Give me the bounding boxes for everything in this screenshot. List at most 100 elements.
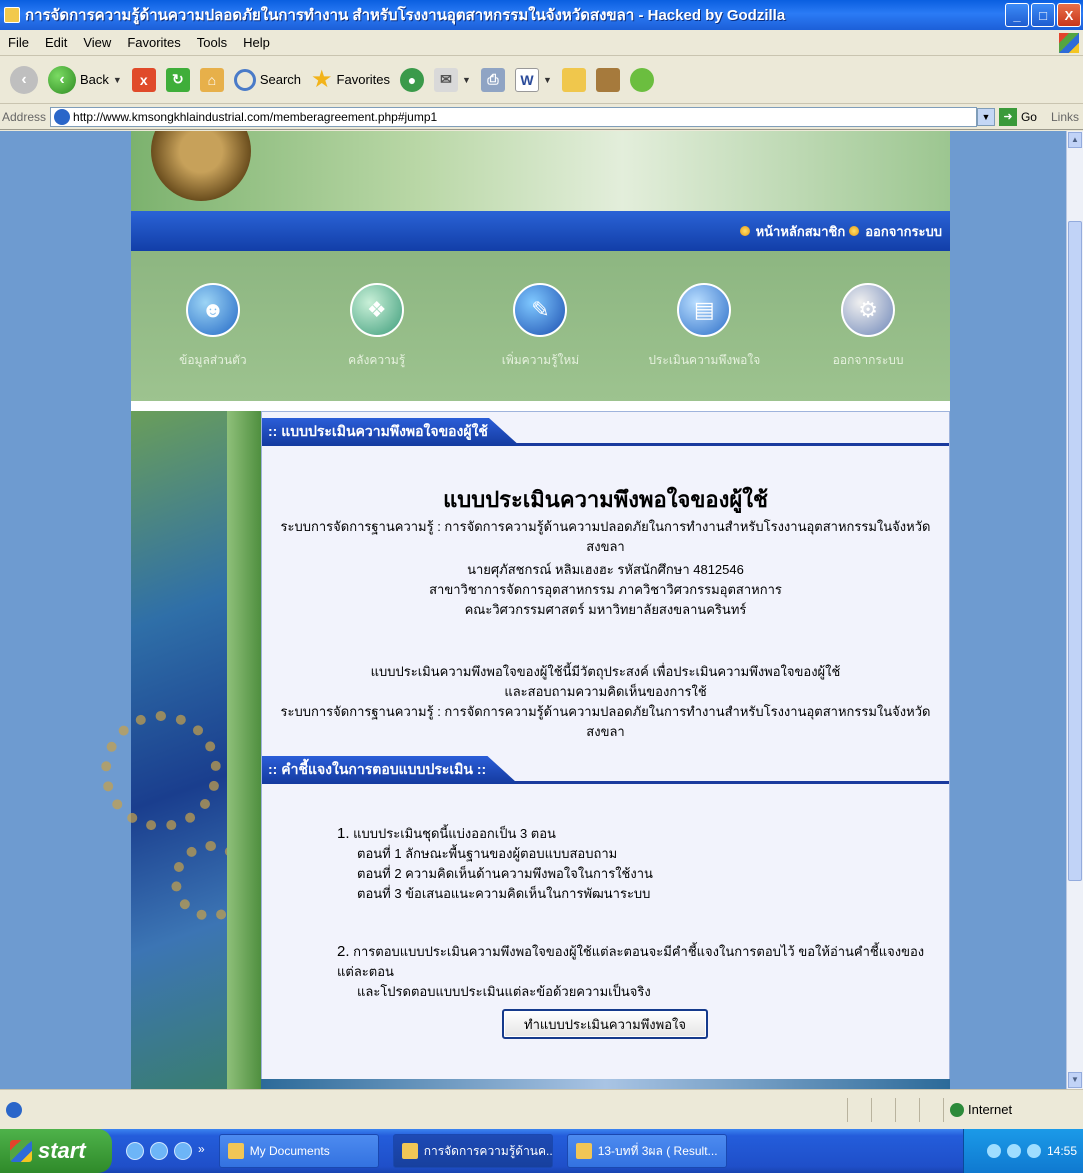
media-button[interactable]: ● (400, 67, 425, 92)
clock[interactable]: 14:55 (1047, 1144, 1077, 1158)
purpose-block: แบบประเมินความพึงพอใจของผู้ใช้นี้มีวัตถุ… (262, 662, 949, 742)
list-subitem: ตอนที่ 1 ลักษณะพื้นฐานของผู้ตอบแบบสอบถาม (357, 846, 618, 861)
bullet-icon (849, 226, 860, 236)
section-title: :: คำชี้แจงในการตอบแบบประเมิน :: (262, 756, 519, 784)
search-button[interactable]: Search (233, 68, 301, 91)
chevron-right-icon[interactable]: » (198, 1142, 205, 1160)
stop-button[interactable]: x (131, 67, 156, 92)
arrow-left-icon: ‹ (10, 65, 38, 94)
research-button[interactable] (595, 67, 620, 92)
menu-personal-info[interactable]: ☻ ข้อมูลส่วนตัว (143, 282, 283, 370)
purpose-line: และสอบถามความคิดเห็นของการใช้ (504, 684, 707, 699)
start-assessment-button[interactable]: ทำแบบประเมินความพึงพอใจ (502, 1009, 708, 1039)
survey-title: แบบประเมินความพึงพอใจของผู้ใช้ (443, 487, 768, 512)
bullet-icon (739, 226, 750, 236)
menu-label: เพิ่มความรู้ใหม่ (501, 352, 580, 367)
history-back-circle[interactable]: ‹ (10, 65, 38, 94)
menu-favorites[interactable]: Favorites (119, 35, 188, 50)
section-header-instructions: :: คำชี้แจงในการตอบแบบประเมิน :: (262, 756, 949, 784)
print-button[interactable]: ⎙ (480, 67, 505, 92)
list-number: 1. (337, 825, 350, 842)
volume-icon[interactable] (1006, 1144, 1021, 1158)
chevron-down-icon[interactable]: ▼ (543, 75, 552, 85)
menu-tools[interactable]: Tools (189, 35, 235, 50)
address-bar: Address http://www.kmsongkhlaindustrial.… (0, 104, 1083, 130)
ie-quicklaunch-icon[interactable] (150, 1142, 168, 1160)
status-cell (871, 1097, 895, 1122)
menu-view[interactable]: View (75, 35, 119, 50)
quick-launch: » (126, 1142, 205, 1160)
address-input[interactable]: http://www.kmsongkhlaindustrial.com/memb… (50, 106, 977, 127)
scroll-down-icon[interactable]: ▼ (1068, 1072, 1082, 1088)
close-button[interactable]: X (1057, 3, 1081, 27)
status-cell (919, 1097, 943, 1122)
menu-logout[interactable]: ⚙ ออกจากระบบ (798, 282, 938, 370)
stop-icon: x (131, 67, 156, 92)
word-icon: W (514, 67, 539, 92)
scroll-thumb[interactable] (1068, 221, 1082, 881)
section-header-survey: :: แบบประเมินความพึงพอใจของผู้ใช้ (262, 418, 949, 446)
window-title: การจัดการความรู้ด้านความปลอดภัยในการทำงา… (25, 7, 786, 24)
start-button[interactable]: start (0, 1129, 112, 1173)
page-status-icon (6, 1101, 22, 1118)
menu-help[interactable]: Help (235, 35, 278, 50)
purpose-line: ระบบการจัดการฐานความรู้ : การจัดการความร… (280, 704, 931, 739)
side-decoration (101, 411, 261, 1089)
windows-flag-icon (10, 1140, 32, 1162)
list-text: การตอบแบบประเมินความพึงพอใจของผู้ใช้แต่ล… (337, 944, 925, 979)
favorites-button[interactable]: ★ Favorites (311, 65, 390, 94)
menu-knowledge-base[interactable]: ❖ คลังความรู้ (307, 282, 447, 370)
tray-arrow-icon[interactable] (986, 1144, 1001, 1158)
security-zone: Internet (943, 1097, 1083, 1122)
folder-button[interactable] (561, 67, 586, 92)
menu-label: คลังความรู้ (348, 352, 406, 367)
messenger-icon (629, 67, 654, 92)
windows-logo-icon (1059, 32, 1079, 53)
address-dropdown-icon[interactable]: ▼ (976, 107, 995, 126)
back-button[interactable]: ‹ Back ▼ (48, 65, 122, 94)
title-bar[interactable]: การจัดการความรู้ด้านความปลอดภัยในการทำงา… (0, 0, 1083, 30)
star-icon: ★ (311, 66, 333, 93)
menu-add-knowledge[interactable]: ✎ เพิ่มความรู้ใหม่ (470, 282, 610, 370)
menu-edit[interactable]: Edit (37, 35, 75, 50)
refresh-button[interactable]: ↻ (165, 67, 190, 92)
gear-icon (101, 711, 221, 831)
page-icon (54, 108, 71, 125)
network-icon[interactable] (1026, 1144, 1041, 1158)
gear-icon (171, 841, 251, 921)
mail-button[interactable]: ✉ ▼ (434, 67, 471, 92)
menu-satisfaction[interactable]: ▤ ประเมินความพึงพอใจ (634, 282, 774, 370)
minimize-button[interactable]: _ (1005, 3, 1029, 27)
folder-icon (561, 67, 586, 92)
favorites-label: Favorites (336, 72, 391, 87)
links-toolbar[interactable]: Links (1051, 110, 1079, 124)
go-arrow-icon: ➜ (998, 107, 1017, 126)
messenger-button[interactable] (629, 67, 654, 92)
books-icon (595, 67, 620, 92)
task-browser[interactable]: การจัดการความรู้ด้านค... (392, 1134, 553, 1168)
toolbar: ‹ ‹ Back ▼ x ↻ ⌂ Search ★ Favorites ● ✉ ▼… (0, 56, 1083, 104)
menu-file[interactable]: File (0, 35, 37, 50)
maximize-button[interactable]: □ (1031, 3, 1055, 27)
ie-icon (401, 1143, 418, 1159)
chevron-down-icon[interactable]: ▼ (113, 75, 122, 85)
ie-quicklaunch-icon[interactable] (126, 1142, 144, 1160)
task-my-documents[interactable]: My Documents (218, 1134, 379, 1168)
back-label: Back (80, 72, 109, 87)
vertical-scrollbar[interactable]: ▲ ▼ (1066, 131, 1083, 1089)
globe-icon (950, 1102, 964, 1117)
task-word-document[interactable]: 13-บทที่ 3ผล ( Result... (566, 1134, 727, 1168)
nav-logout-link[interactable]: ออกจากระบบ (865, 221, 942, 242)
ie-quicklaunch-icon[interactable] (174, 1142, 192, 1160)
go-button[interactable]: ➜ Go (998, 107, 1037, 126)
nav-member-home-link[interactable]: หน้าหลักสมาชิก (756, 221, 846, 242)
scroll-up-icon[interactable]: ▲ (1068, 132, 1082, 148)
home-button[interactable]: ⌂ (199, 67, 224, 92)
page-viewport: หน้าหลักสมาชิก ออกจากระบบ ☻ ข้อมูลส่วนตั… (0, 131, 1066, 1089)
back-arrow-icon: ‹ (48, 65, 76, 94)
edit-button[interactable]: W ▼ (514, 67, 552, 92)
chevron-down-icon[interactable]: ▼ (462, 75, 471, 85)
author-name: นายศุภัสชกรณ์ หลิมเฮงฮะ รหัสนักศึกษา 481… (467, 562, 744, 577)
intro-block: แบบประเมินความพึงพอใจของผู้ใช้ ระบบการจั… (262, 482, 949, 557)
zone-label: Internet (968, 1102, 1013, 1117)
